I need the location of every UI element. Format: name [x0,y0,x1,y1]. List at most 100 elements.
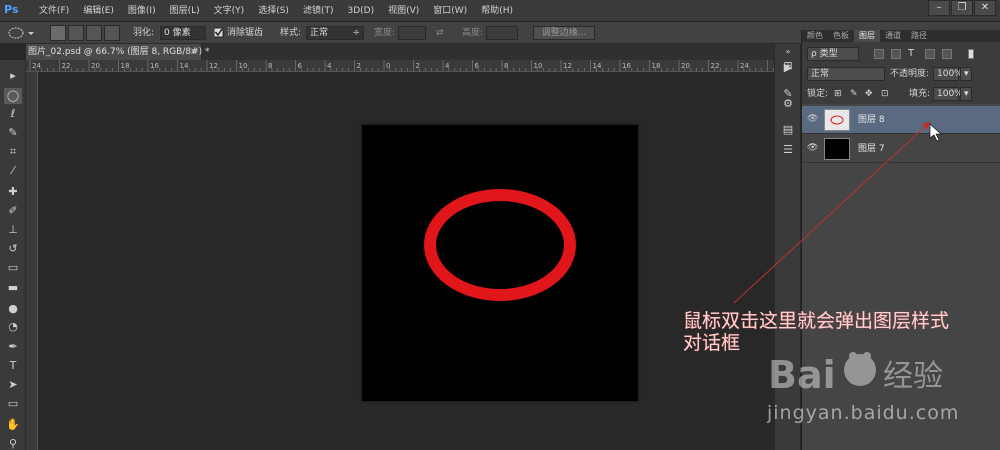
style-label: 样式: [280,28,302,38]
menu-bar: Ps 文件(F) 编辑(E) 图像(I) 图层(L) 文字(Y) 选择(S) 滤… [0,0,1000,22]
history-brush-tool-icon[interactable]: ↺ [4,241,22,257]
tab-layers[interactable]: 图层 [854,30,880,42]
visibility-eye-icon[interactable]: 👁 [807,115,819,124]
height-input[interactable] [486,26,518,40]
layer-row-8[interactable]: 👁 图层 8 [802,106,1000,134]
width-input[interactable] [398,26,426,40]
elliptical-marquee-tool-icon[interactable]: ◯ [4,88,22,104]
svg-text:Bai: Bai [768,353,836,397]
menu-items: 文件(F) 编辑(E) 图像(I) 图层(L) 文字(Y) 选择(S) 滤镜(T… [32,0,520,22]
layer-row-7[interactable]: 👁 图层 7 [802,135,1000,163]
character-icon[interactable]: ▤ [779,122,797,138]
opacity-input[interactable]: 100% [933,67,963,81]
document-tab-close-icon[interactable]: × [190,44,198,60]
width-label: 宽度: [374,28,396,38]
lock-all-icon[interactable]: ⊡ [881,84,889,104]
layer-name[interactable]: 图层 7 [858,135,885,163]
rectangle-tool-icon[interactable]: ▭ [4,396,22,412]
ruler-label: 16 [622,62,631,70]
blend-mode-select[interactable]: 正常 [807,67,885,81]
baidu-url: jingyan.baidu.com [767,402,960,424]
menu-select[interactable]: 选择(S) [251,0,296,22]
style-select[interactable]: 正常 ÷ [306,26,364,40]
paragraph-icon[interactable]: ☰ [779,142,797,158]
tab-channels[interactable]: 通道 [880,30,906,42]
blend-mode-value: 正常 [811,69,830,79]
swap-icon[interactable]: ⇄ [436,22,444,44]
tab-color[interactable]: 颜色 [802,30,828,42]
brush-tool-icon[interactable]: ✐ [4,203,22,219]
eyedropper-tool-icon[interactable]: ⁄ [4,163,22,179]
add-selection-button[interactable] [68,25,84,41]
quick-selection-tool-icon[interactable]: ✎ [4,125,22,141]
blur-tool-icon[interactable]: ● [4,301,22,317]
lock-position-icon[interactable]: ✥ [865,84,873,104]
horizontal-ruler: 24 22 20 18 16 14 12 10 8 6 4 2 0 2 4 6 8 10 12 14 16 18 20 22 2… [26,60,774,72]
move-tool-icon[interactable]: ▸ [4,68,22,84]
menu-layer[interactable]: 图层(L) [163,0,207,22]
subtract-selection-button[interactable] [86,25,102,41]
filter-type-icon[interactable]: T [908,44,914,64]
clone-stamp-tool-icon[interactable]: ⊥ [4,222,22,238]
filter-pixel-icon[interactable] [874,49,884,59]
ruler-label: 8 [504,62,508,70]
menu-file[interactable]: 文件(F) [32,0,76,22]
dodge-tool-icon[interactable]: ◔ [4,319,22,335]
new-selection-button[interactable] [50,25,66,41]
menu-help[interactable]: 帮助(H) [474,0,520,22]
hand-tool-icon[interactable]: ✋ [4,417,22,433]
menu-3d[interactable]: 3D(D) [340,0,381,22]
lasso-tool-icon[interactable]: ℓ [4,106,22,122]
refine-edge-button[interactable]: 调整边缘... [533,26,595,40]
opacity-dropdown-icon[interactable]: ▾ [960,67,972,81]
intersect-selection-button[interactable] [104,25,120,41]
lock-transparent-icon[interactable]: ⊞ [834,84,842,104]
layer-name[interactable]: 图层 8 [858,106,885,134]
lock-image-icon[interactable]: ✎ [850,84,858,104]
menu-view[interactable]: 视图(V) [381,0,426,22]
visibility-eye-icon[interactable]: 👁 [807,144,819,153]
minimize-button[interactable]: – [928,0,950,16]
tab-swatches[interactable]: 色板 [828,30,854,42]
play-action-icon[interactable]: ▶ [779,60,797,76]
restore-button[interactable]: ❐ [951,0,973,16]
menu-edit[interactable]: 编辑(E) [76,0,121,22]
antialias-checkbox-wrap[interactable] [213,22,224,44]
crop-tool-icon[interactable]: ⌗ [4,144,22,160]
menu-window[interactable]: 窗口(W) [426,0,474,22]
feather-input[interactable]: 0 像素 [160,26,206,40]
filter-toggle-icon[interactable] [968,49,974,59]
filter-adjustment-icon[interactable] [891,49,901,59]
fill-dropdown-icon[interactable]: ▾ [960,87,972,101]
path-selection-tool-icon[interactable]: ➤ [4,377,22,393]
tab-paths[interactable]: 路径 [906,30,932,42]
height-label: 高度: [462,28,484,38]
close-button[interactable]: ✕ [974,0,996,16]
checkbox-icon[interactable] [213,22,224,44]
menu-filter[interactable]: 滤镜(T) [296,0,341,22]
marquee-preset-icon[interactable] [6,22,36,44]
fill-input[interactable]: 100% [933,87,963,101]
adjustments-icon[interactable]: ⚙ [779,96,797,112]
pen-tool-icon[interactable]: ✒ [4,339,22,355]
toolbox: ▸ ◯ ℓ ✎ ⌗ ⁄ ✚ ✐ ⊥ ↺ ▭ ▬ ● ◔ ✒ T ➤ ▭ ✋ ⚲ [0,60,26,450]
filter-smart-object-icon[interactable] [942,49,952,59]
layer-filter-row: ρ 类型 T [802,44,1000,64]
ruler-label: 4 [445,62,450,70]
layer-filter-select[interactable]: ρ 类型 [807,47,859,61]
ruler-label: 6 [475,62,480,70]
gradient-tool-icon[interactable]: ▬ [4,280,22,296]
healing-brush-tool-icon[interactable]: ✚ [4,184,22,200]
ruler-label: 2 [416,62,420,70]
filter-shape-icon[interactable] [925,49,935,59]
document-tab[interactable]: 图片_02.psd @ 66.7% (图层 8, RGB/8#) * [26,44,210,60]
document-tab-title: 图片_02.psd @ 66.7% (图层 8, RGB/8#) * [28,47,210,57]
menu-image[interactable]: 图像(I) [121,0,163,22]
blend-row: 正常 不透明度: 100% ▾ [802,64,1000,84]
zoom-tool-icon[interactable]: ⚲ [4,436,22,450]
document-canvas[interactable] [362,125,638,401]
eraser-tool-icon[interactable]: ▭ [4,260,22,276]
type-tool-icon[interactable]: T [4,358,22,374]
ruler-label: 6 [298,62,303,70]
menu-type[interactable]: 文字(Y) [207,0,252,22]
